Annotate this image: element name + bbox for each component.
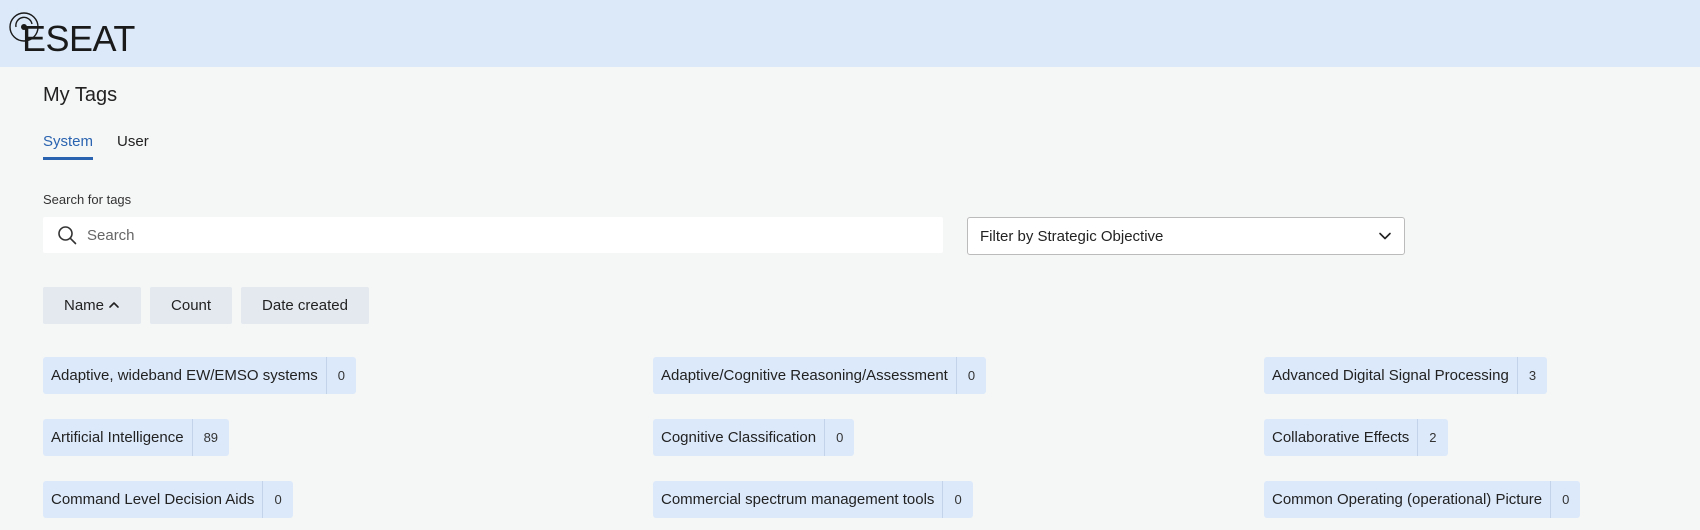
sort-by-count-button[interactable]: Count bbox=[150, 287, 233, 324]
tag-item[interactable]: Collaborative Effects 2 bbox=[1264, 419, 1448, 456]
tag-item[interactable]: Adaptive/Cognitive Reasoning/Assessment … bbox=[653, 357, 987, 394]
sort-by-date-button[interactable]: Date created bbox=[241, 287, 369, 324]
tab-system[interactable]: System bbox=[43, 133, 94, 160]
tag-count: 0 bbox=[942, 481, 972, 518]
tag-name: Artificial Intelligence bbox=[51, 429, 184, 446]
tag-count: 89 bbox=[191, 419, 229, 456]
tag-count: 0 bbox=[824, 419, 854, 456]
strategic-objective-filter[interactable]: Filter by Strategic Objective bbox=[967, 217, 1405, 255]
tab-user[interactable]: User bbox=[117, 133, 149, 160]
tag-name: Collaborative Effects bbox=[1272, 429, 1410, 446]
sort-date-label: Date created bbox=[262, 297, 348, 314]
tag-item[interactable]: Common Operating (operational) Picture 0 bbox=[1264, 481, 1581, 518]
logo-text: ESEAT bbox=[22, 18, 135, 59]
top-header: ESEAT bbox=[0, 0, 1700, 67]
tab-bar: System User bbox=[43, 133, 149, 160]
tag-name: Commercial spectrum management tools bbox=[661, 491, 935, 508]
chevron-down-icon bbox=[1379, 232, 1391, 240]
tag-name: Advanced Digital Signal Processing bbox=[1272, 367, 1509, 384]
sort-by-name-button[interactable]: Name bbox=[43, 287, 142, 324]
tag-count: 0 bbox=[325, 357, 356, 394]
search-label: Search for tags bbox=[43, 192, 132, 207]
tag-item[interactable]: Advanced Digital Signal Processing 3 bbox=[1264, 357, 1548, 394]
search-box bbox=[43, 217, 943, 253]
tag-item[interactable]: Cognitive Classification 0 bbox=[653, 419, 855, 456]
tag-count: 2 bbox=[1417, 419, 1447, 456]
tag-count: 0 bbox=[262, 481, 292, 518]
sort-name-label: Name bbox=[64, 297, 105, 314]
tag-item[interactable]: Command Level Decision Aids 0 bbox=[43, 481, 293, 518]
tag-item[interactable]: Commercial spectrum management tools 0 bbox=[653, 481, 973, 518]
tag-name: Adaptive, wideband EW/EMSO systems bbox=[51, 367, 318, 384]
tag-name: Adaptive/Cognitive Reasoning/Assessment bbox=[661, 367, 948, 384]
tag-count: 0 bbox=[1550, 481, 1580, 518]
tag-name: Cognitive Classification bbox=[661, 429, 817, 446]
tag-count: 3 bbox=[1516, 357, 1547, 394]
tag-name: Common Operating (operational) Picture bbox=[1272, 491, 1543, 508]
search-input[interactable] bbox=[87, 217, 943, 253]
tag-item[interactable]: Artificial Intelligence 89 bbox=[43, 419, 230, 456]
chevron-up-icon bbox=[109, 301, 119, 308]
filter-label: Filter by Strategic Objective bbox=[980, 227, 1164, 245]
tag-item[interactable]: Adaptive, wideband EW/EMSO systems 0 bbox=[43, 357, 357, 394]
sort-count-label: Count bbox=[171, 297, 212, 314]
search-icon bbox=[58, 226, 77, 245]
tag-count: 0 bbox=[955, 357, 986, 394]
app-logo[interactable]: ESEAT bbox=[8, 10, 138, 59]
page-title: My Tags bbox=[43, 84, 118, 106]
sort-controls: Name Count Date created bbox=[43, 287, 369, 324]
tag-name: Command Level Decision Aids bbox=[51, 491, 255, 508]
